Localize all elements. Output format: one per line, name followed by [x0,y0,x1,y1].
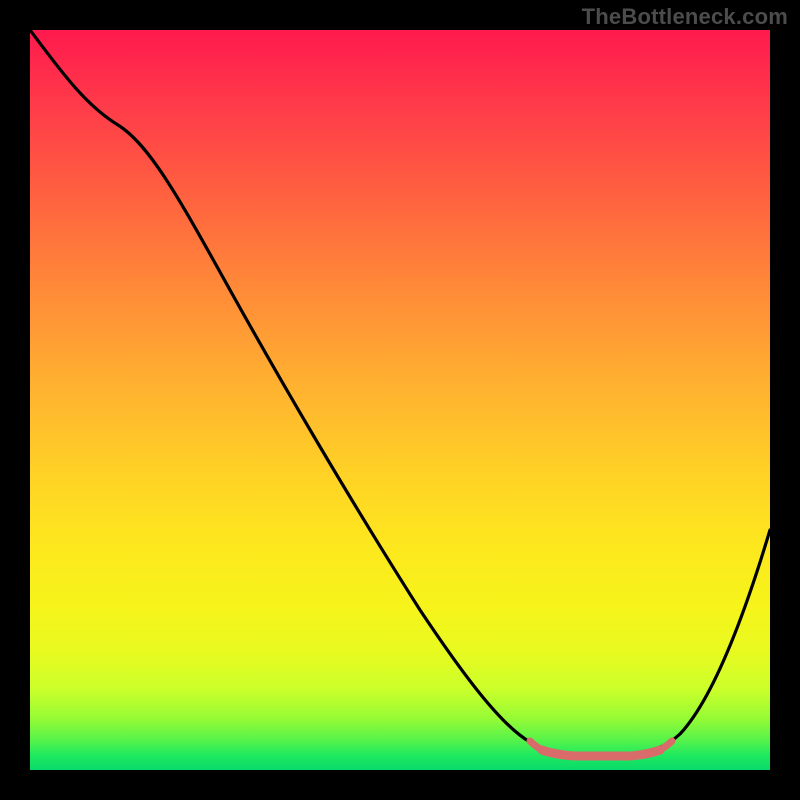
chart-frame: TheBottleneck.com [0,0,800,800]
watermark-text: TheBottleneck.com [582,4,788,30]
plot-area [30,30,770,770]
optimal-range-left-cap [530,741,544,751]
bottleneck-curve [30,30,770,770]
optimal-range-right-cap [658,741,672,751]
optimal-range-flat [542,750,660,756]
curve-path [30,30,770,754]
